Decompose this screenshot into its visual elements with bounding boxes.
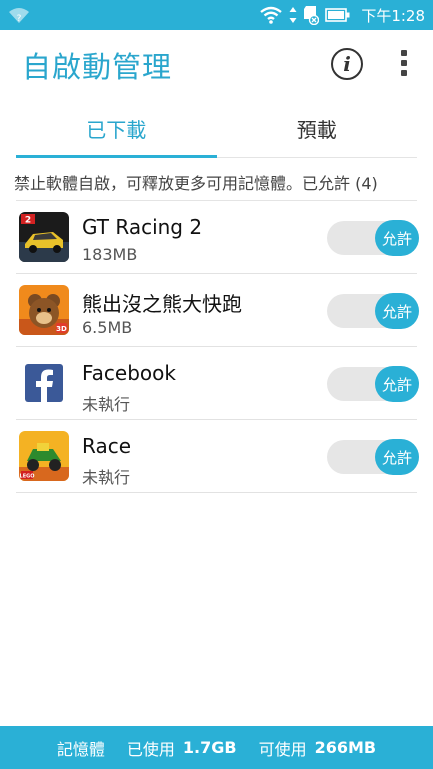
- used-value: 1.7GB: [182, 738, 237, 757]
- app-size: 183MB: [82, 245, 138, 264]
- memory-label: 記憶體: [56, 739, 105, 759]
- toggle-allow-label: 允許: [375, 220, 419, 256]
- svg-text:2: 2: [25, 216, 31, 226]
- available-label: 可使用: [258, 739, 307, 759]
- app-name: GT Racing 2: [82, 215, 203, 239]
- app-bar: 自啟動管理 i: [0, 30, 433, 98]
- tab-preloaded[interactable]: 預載: [217, 100, 418, 157]
- toggle-allow-label: 允許: [375, 366, 419, 402]
- autostart-toggle[interactable]: 允許: [327, 439, 419, 475]
- svg-text:?: ?: [17, 14, 22, 24]
- autostart-toggle[interactable]: 允許: [327, 293, 419, 329]
- battery-icon: [325, 8, 350, 22]
- gt-racing-2-icon: 2: [19, 212, 69, 262]
- app-name: 熊出沒之熊大快跑: [82, 292, 242, 316]
- tab-bar: 已下載 預載: [16, 100, 417, 158]
- app-status: 未執行: [82, 395, 131, 414]
- more-vert-icon[interactable]: [396, 48, 412, 80]
- toggle-allow-label: 允許: [375, 293, 419, 329]
- autostart-description: 禁止軟體自啟，可釋放更多可用記憶體。已允許 (4): [14, 174, 378, 193]
- app-list: 2 GT Racing 2 183MB 允許 3D 熊出沒之熊大快跑 6.5MB…: [16, 201, 419, 493]
- svg-text:3D: 3D: [56, 325, 67, 333]
- wifi-icon: [260, 6, 283, 24]
- status-icons: 下午1:28: [259, 0, 425, 30]
- sd-card-icon: [304, 6, 320, 25]
- list-item: Facebook 未執行 允許: [16, 347, 419, 420]
- lego-race-icon: LEGO: [19, 431, 69, 481]
- svg-text:LEGO: LEGO: [20, 474, 35, 480]
- wifi-unknown-icon: ?: [9, 8, 29, 24]
- info-button[interactable]: i: [331, 48, 363, 80]
- boonie-bears-icon: 3D: [19, 285, 69, 335]
- app-name: Facebook: [82, 361, 176, 385]
- autostart-toggle[interactable]: 允許: [327, 366, 419, 402]
- list-item: 3D 熊出沒之熊大快跑 6.5MB 允許: [16, 274, 419, 347]
- app-name: Race: [82, 434, 132, 458]
- available-value: 266MB: [314, 738, 377, 757]
- toggle-allow-label: 允許: [375, 439, 419, 475]
- page-title: 自啟動管理: [22, 50, 173, 84]
- info-icon: i: [343, 52, 351, 76]
- autostart-toggle[interactable]: 允許: [327, 220, 419, 256]
- list-item: 2 GT Racing 2 183MB 允許: [16, 201, 419, 274]
- status-time: 下午1:28: [361, 6, 425, 25]
- app-size: 6.5MB: [82, 318, 133, 337]
- app-status: 未執行: [82, 468, 131, 487]
- updown-arrows-icon: [289, 7, 297, 23]
- memory-summary-bar: 記憶體 已使用 1.7GB 可使用 266MB: [0, 726, 433, 769]
- screen: ? 下午1:28 自啟動管理 i 已下載 預載 禁止軟體自啟，可釋放更多可用記憶…: [0, 0, 433, 769]
- used-label: 已使用: [126, 739, 175, 759]
- list-item: LEGO Race 未執行 允許: [16, 420, 419, 493]
- status-bar: ? 下午1:28: [0, 0, 433, 30]
- facebook-icon: [19, 358, 69, 408]
- tab-downloaded[interactable]: 已下載: [16, 100, 217, 158]
